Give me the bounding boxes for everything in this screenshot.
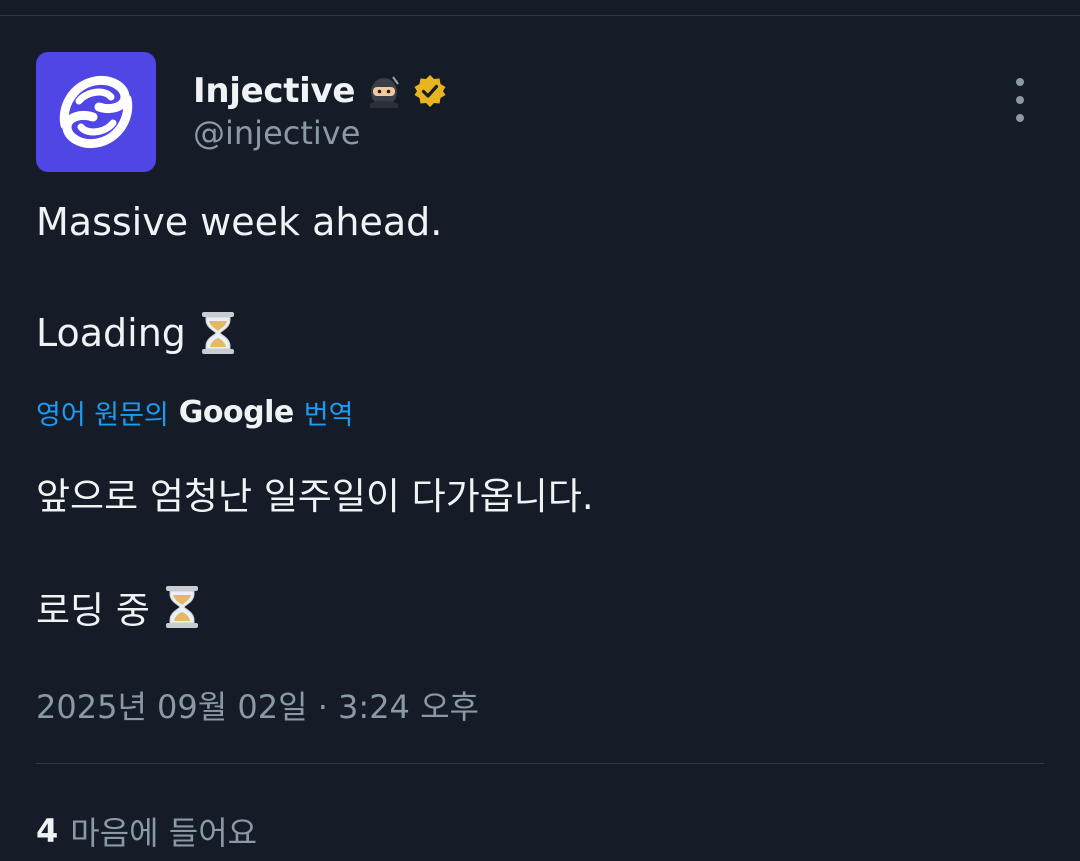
display-name[interactable]: Injective <box>193 71 355 111</box>
translate-source-label[interactable]: 영어 원문의 <box>36 393 169 432</box>
name-row: Injective <box>193 68 447 114</box>
translated-text: 로딩 중 <box>36 589 150 632</box>
hourglass-icon <box>201 312 234 354</box>
verified-badge-icon[interactable] <box>413 74 447 108</box>
tweet-text-line1: Massive week ahead. <box>36 200 442 244</box>
handle[interactable]: @injective <box>193 114 360 152</box>
translate-row[interactable]: 영어 원문의 Google 번역 <box>36 392 353 432</box>
likes-label: 마음에 들어요 <box>70 814 258 852</box>
translate-action-link[interactable]: 번역 <box>304 393 354 432</box>
tweet-text: Loading <box>36 311 186 355</box>
google-logo-text: Google <box>178 394 294 430</box>
likes-stat[interactable]: 4 마음에 들어요 <box>36 808 257 854</box>
stats-divider <box>36 763 1044 764</box>
more-dot-icon <box>1016 78 1024 86</box>
hourglass-icon <box>165 586 198 628</box>
likes-count: 4 <box>36 812 59 850</box>
ninja-emoji-icon <box>370 76 399 108</box>
avatar[interactable] <box>36 52 156 172</box>
translated-text: 앞으로 엄청난 일주일이 다가옵니다. <box>36 475 594 518</box>
more-dot-icon <box>1016 114 1024 122</box>
tweet-timestamp[interactable]: 2025년 09월 02일 · 3:24 오후 <box>36 682 479 728</box>
tweet-header: Injective @injective <box>36 52 1044 172</box>
more-dot-icon <box>1016 96 1024 104</box>
translated-text-line2: 로딩 중 <box>36 580 202 634</box>
top-divider <box>0 15 1080 16</box>
more-options-button[interactable] <box>1008 78 1032 122</box>
tweet-text-line2: Loading <box>36 310 238 356</box>
injective-logo-icon <box>59 75 133 149</box>
translated-text-line1: 앞으로 엄청난 일주일이 다가옵니다. <box>36 466 594 520</box>
tweet-text: Massive week ahead. <box>36 200 443 244</box>
